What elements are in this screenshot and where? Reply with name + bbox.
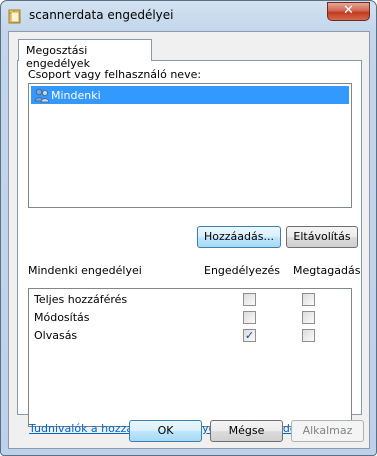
close-button[interactable]: ✕ — [327, 2, 370, 21]
table-row: Olvasás ✓ — [34, 328, 350, 344]
dialog-body: Megosztási engedélyek Csoport vagy felha… — [8, 31, 370, 449]
cancel-button[interactable]: Mégse — [210, 420, 283, 442]
permissions-dialog: scannerdata engedélyei ✕ Megosztási enge… — [0, 0, 377, 456]
user-name: Mindenki — [51, 89, 101, 102]
allow-checkbox-read[interactable]: ✓ — [243, 329, 256, 342]
add-button[interactable]: Hozzáadás... — [197, 226, 281, 248]
folder-icon — [8, 9, 21, 24]
permission-name: Módosítás — [34, 311, 90, 324]
users-group-icon — [34, 88, 50, 103]
permissions-table: Teljes hozzáférés Módosítás Olvasás ✓ — [28, 288, 352, 427]
check-icon: ✓ — [244, 329, 255, 342]
remove-button[interactable]: Eltávolítás — [286, 226, 358, 248]
permissions-header: Mindenki engedélyei — [28, 264, 142, 277]
window-title: scannerdata engedélyei — [29, 8, 174, 22]
close-icon: ✕ — [343, 3, 354, 18]
list-item[interactable]: Mindenki — [31, 86, 349, 104]
table-row: Módosítás — [34, 310, 350, 326]
tab-panel: Csoport vagy felhasználó neve: Mindenki … — [17, 60, 362, 435]
title-bar[interactable]: scannerdata engedélyei ✕ — [1, 1, 376, 31]
deny-column-header: Megtagadás — [293, 264, 361, 277]
deny-checkbox-full-control[interactable] — [302, 293, 315, 306]
apply-button[interactable]: Alkalmaz — [291, 420, 364, 442]
allow-column-header: Engedélyezés — [204, 264, 281, 277]
permission-name: Olvasás — [34, 329, 78, 342]
permission-name: Teljes hozzáférés — [34, 293, 128, 306]
allow-checkbox-full-control[interactable] — [243, 293, 256, 306]
tab-share-permissions[interactable]: Megosztási engedélyek — [18, 39, 152, 70]
allow-checkbox-change[interactable] — [243, 311, 256, 324]
deny-checkbox-read[interactable] — [302, 329, 315, 342]
table-row: Teljes hozzáférés — [34, 292, 350, 308]
user-list[interactable]: Mindenki — [28, 83, 352, 208]
ok-button[interactable]: OK — [129, 420, 202, 442]
deny-checkbox-change[interactable] — [302, 311, 315, 324]
tab-label: Megosztási engedélyek — [26, 44, 90, 70]
